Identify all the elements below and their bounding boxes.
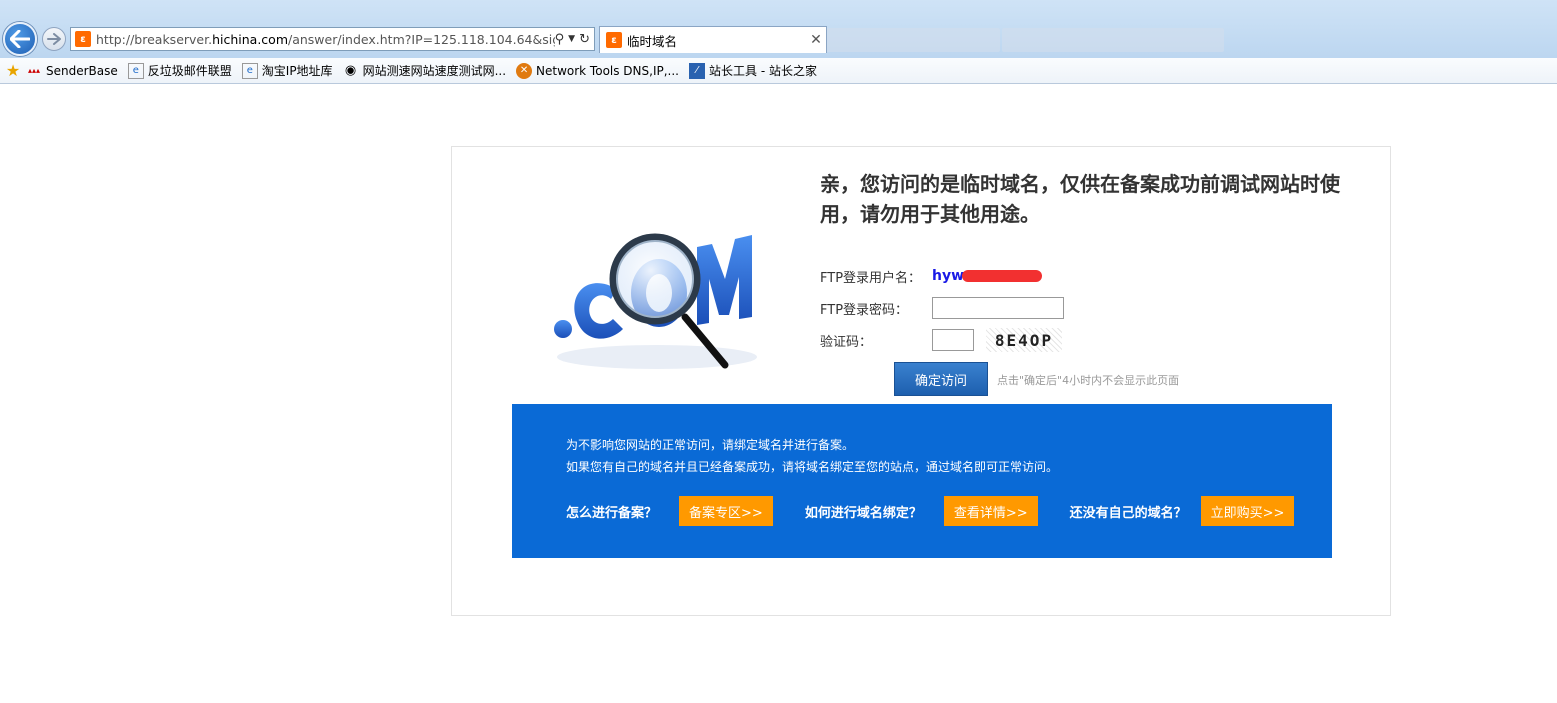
- favorites-star-icon[interactable]: ★: [0, 61, 26, 80]
- favorite-network-tools[interactable]: ✕ Network Tools DNS,IP,...: [516, 62, 679, 79]
- hichina-favicon-icon: ε: [75, 31, 91, 47]
- ie-page-icon: e: [127, 62, 144, 79]
- tab-title: 临时域名: [627, 33, 678, 49]
- page-title: 亲，您访问的是临时域名，仅供在备案成功前调试网站时使用，请勿用于其他用途。: [820, 172, 1340, 226]
- favorite-senderbase[interactable]: ▴▴▴ SenderBase: [26, 63, 118, 79]
- browser-toolbar: ε http://breakserver.hichina.com/answer/…: [0, 0, 1557, 58]
- favorite-chinaz[interactable]: ⁄ 站长工具 - 站长之家: [689, 62, 817, 79]
- captcha-image[interactable]: 8E4OP: [986, 328, 1062, 352]
- search-icon[interactable]: ⚲: [555, 32, 565, 47]
- ftp-user-label: FTP登录用户名：: [820, 270, 922, 286]
- ftp-password-row: FTP登录密码：: [820, 292, 1064, 324]
- back-button[interactable]: [3, 22, 37, 56]
- panel-line-1: 为不影响您网站的正常访问，请绑定域名并进行备案。: [566, 438, 855, 452]
- favorite-taobao-ip[interactable]: e 淘宝IP地址库: [241, 62, 333, 79]
- ie-page-icon: e: [241, 62, 258, 79]
- forward-button[interactable]: [42, 27, 66, 51]
- confirm-hint: 点击"确定后"4小时内不会显示此页面: [997, 374, 1180, 387]
- ftp-password-field[interactable]: [932, 297, 1064, 319]
- favorites-bar: ★ ▴▴▴ SenderBase e 反垃圾邮件联盟 e 淘宝IP地址库 ◉ 网…: [0, 58, 1557, 84]
- dropdown-arrow-icon[interactable]: ▼: [568, 34, 575, 44]
- redaction-mark: [962, 270, 1043, 282]
- background-tab[interactable]: [820, 28, 1000, 52]
- ftp-user-row: FTP登录用户名： hyw: [820, 260, 1064, 292]
- filing-info-panel: 为不影响您网站的正常访问，请绑定域名并进行备案。 如果您有自己的域名并且已经备案…: [512, 404, 1332, 558]
- panel-actions: 怎么进行备案？ 备案专区>> 如何进行域名绑定？ 查看详情>> 还没有自己的域名…: [566, 496, 1295, 526]
- binding-question: 如何进行域名绑定？: [804, 505, 922, 521]
- eye-icon: ◉: [344, 63, 357, 78]
- tab-active[interactable]: ε 临时域名 ✕: [599, 26, 827, 53]
- no-domain-question: 还没有自己的域名？: [1069, 505, 1187, 521]
- address-bar[interactable]: ε http://breakserver.hichina.com/answer/…: [70, 27, 595, 51]
- panel-line-2: 如果您有自己的域名并且已经备案成功，请将域名绑定至您的站点，通过域名即可正常访问…: [566, 460, 1059, 474]
- arrow-right-icon: [47, 33, 61, 45]
- tools-icon: ✕: [516, 62, 533, 79]
- captcha-label: 验证码：: [820, 334, 873, 350]
- ftp-login-form: FTP登录用户名： hyw FTP登录密码： 验证码： 8E4OP: [820, 260, 1064, 356]
- close-icon[interactable]: ✕: [806, 32, 826, 48]
- address-url[interactable]: http://breakserver.hichina.com/answer/in…: [96, 32, 555, 47]
- favorite-speed-test[interactable]: ◉ 网站测速网站速度测试网...: [343, 62, 506, 79]
- dot-com-magnifier-image: [554, 233, 757, 369]
- ftp-password-label: FTP登录密码：: [820, 302, 909, 318]
- ftp-user-value: hyw: [932, 268, 965, 284]
- filing-question: 怎么进行备案？: [566, 505, 658, 521]
- notice-card: 亲，您访问的是临时域名，仅供在备案成功前调试网站时使用，请勿用于其他用途。 FT…: [451, 146, 1391, 616]
- arrow-left-icon: [10, 30, 30, 48]
- captcha-row: 验证码： 8E4OP: [820, 324, 1064, 356]
- buy-now-button[interactable]: 立即购买>>: [1200, 496, 1295, 526]
- filing-zone-button[interactable]: 备案专区>>: [679, 496, 773, 526]
- background-tab[interactable]: [1002, 28, 1224, 52]
- cisco-icon: ▴▴▴: [27, 66, 41, 75]
- refresh-icon[interactable]: ↻: [579, 32, 590, 47]
- captcha-field[interactable]: [932, 329, 974, 351]
- view-details-button[interactable]: 查看详情>>: [943, 496, 1038, 526]
- favorite-anti-spam[interactable]: e 反垃圾邮件联盟: [127, 62, 232, 79]
- confirm-visit-button[interactable]: 确定访问: [894, 362, 988, 396]
- hichina-favicon-icon: ε: [606, 32, 622, 48]
- chinaz-icon: ⁄: [689, 62, 705, 79]
- panel-text: 为不影响您网站的正常访问，请绑定域名并进行备案。 如果您有自己的域名并且已经备案…: [566, 434, 1058, 478]
